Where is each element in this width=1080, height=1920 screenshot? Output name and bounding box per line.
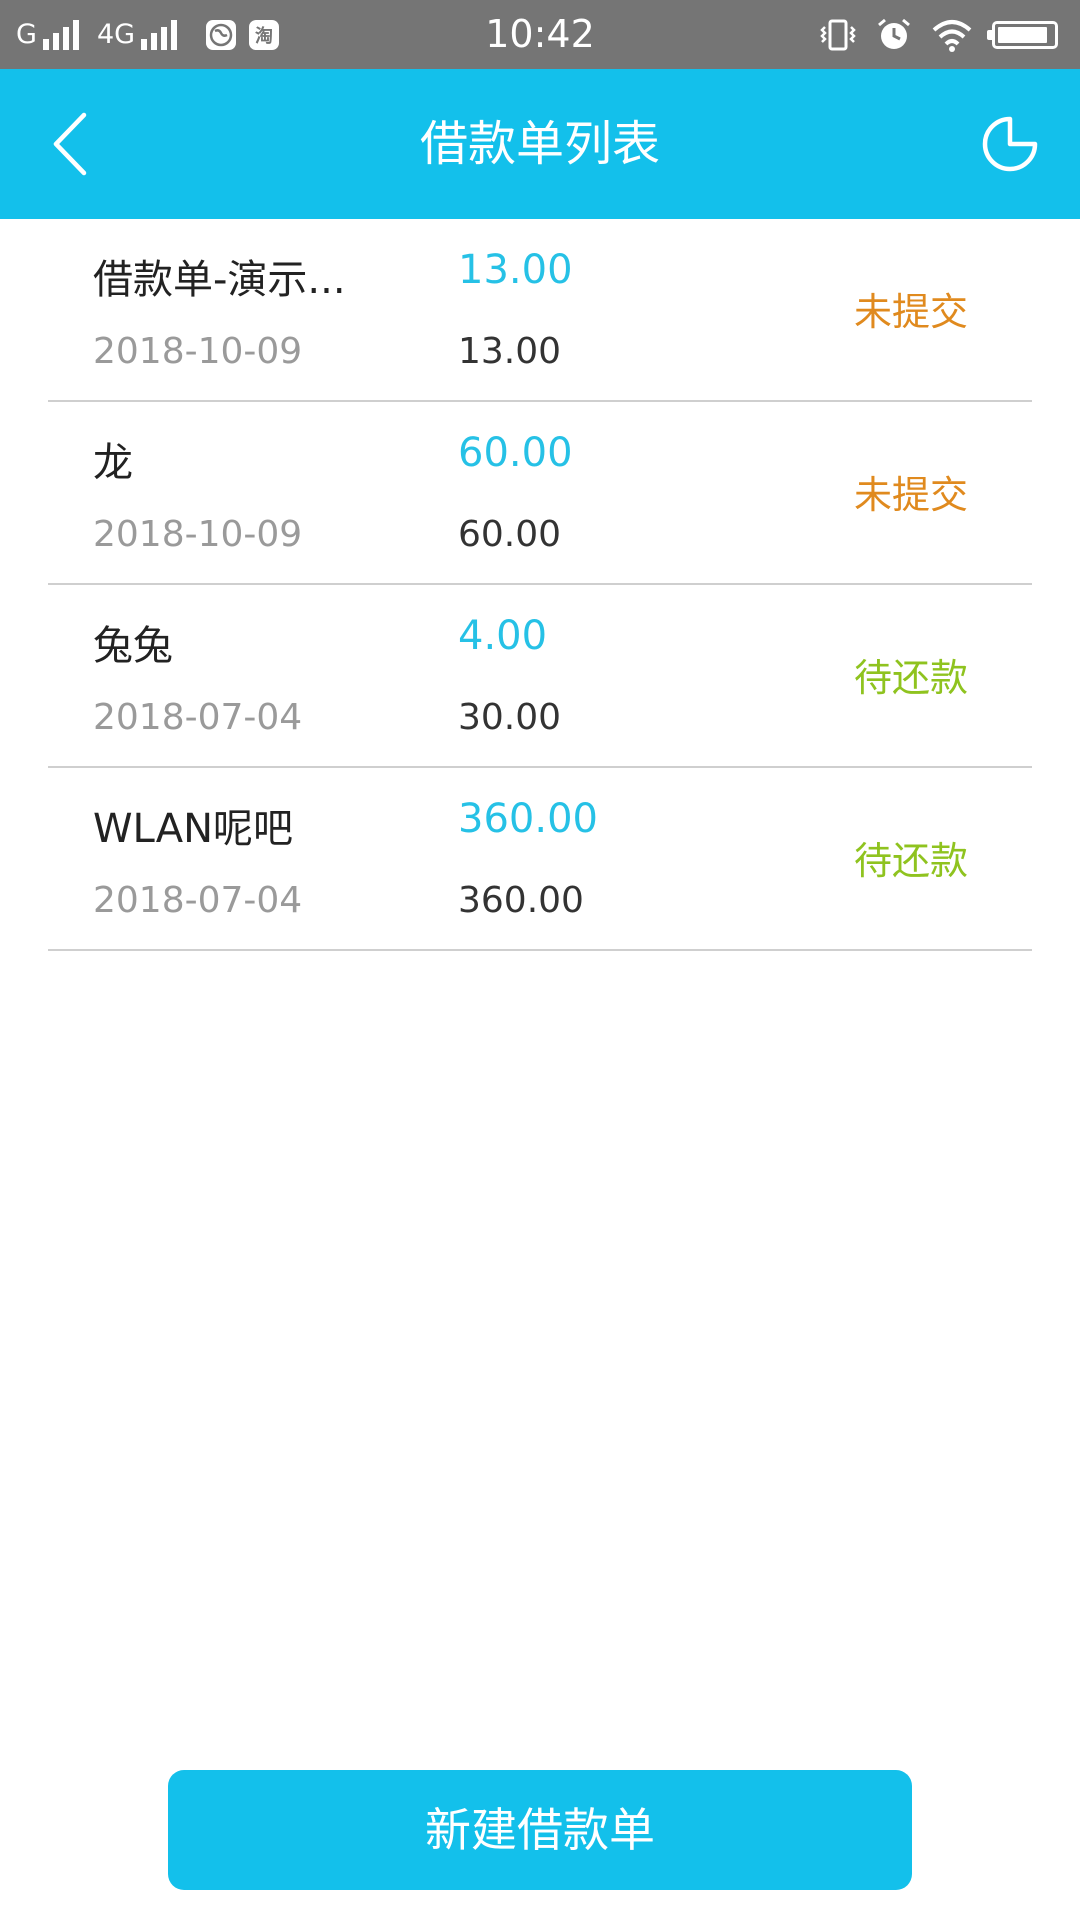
loan-amount: 360.00	[458, 796, 598, 842]
loan-date: 2018-10-09	[93, 331, 303, 372]
new-loan-button[interactable]: 新建借款单	[168, 1770, 912, 1890]
alarm-icon	[858, 17, 912, 53]
loan-name: 龙	[93, 440, 133, 486]
status-right	[800, 0, 1058, 69]
loan-name: 借款单-演示...	[93, 257, 346, 303]
battery-level	[998, 26, 1047, 43]
title-bar: 借款单列表	[0, 69, 1080, 219]
loan-name: WLAN呢吧	[93, 806, 294, 852]
loan-total: 13.00	[458, 331, 562, 372]
loan-date: 2018-07-04	[93, 880, 303, 921]
page-title: 借款单列表	[419, 116, 660, 172]
loan-date: 2018-10-09	[93, 514, 303, 555]
statistics-button[interactable]	[970, 104, 1050, 184]
loan-status: 未提交	[853, 290, 968, 334]
loan-status: 待还款	[853, 656, 968, 700]
loan-list: 借款单-演示... 13.00 2018-10-09 13.00 未提交 龙 6…	[48, 219, 1032, 951]
loan-name: 兔兔	[93, 623, 173, 669]
loan-total: 60.00	[458, 514, 562, 555]
loan-row[interactable]: 龙 60.00 2018-10-09 60.00 未提交	[48, 402, 1032, 585]
status-bar: G 4G 淘 10:42	[0, 0, 1080, 69]
loan-total: 360.00	[458, 880, 584, 921]
loan-amount: 60.00	[458, 430, 573, 476]
vibrate-icon	[800, 18, 858, 52]
loan-status: 未提交	[853, 473, 968, 517]
battery-icon	[987, 20, 1058, 49]
loan-date: 2018-07-04	[93, 697, 303, 738]
loan-amount: 13.00	[458, 247, 573, 293]
pie-chart-icon	[982, 116, 1038, 172]
loan-row[interactable]: 借款单-演示... 13.00 2018-10-09 13.00 未提交	[48, 219, 1032, 402]
loan-total: 30.00	[458, 697, 562, 738]
loan-amount: 4.00	[458, 613, 548, 659]
wifi-icon	[912, 18, 974, 52]
loan-status: 待还款	[853, 839, 968, 883]
loan-row[interactable]: 兔兔 4.00 2018-07-04 30.00 待还款	[48, 585, 1032, 768]
loan-row[interactable]: WLAN呢吧 360.00 2018-07-04 360.00 待还款	[48, 768, 1032, 951]
